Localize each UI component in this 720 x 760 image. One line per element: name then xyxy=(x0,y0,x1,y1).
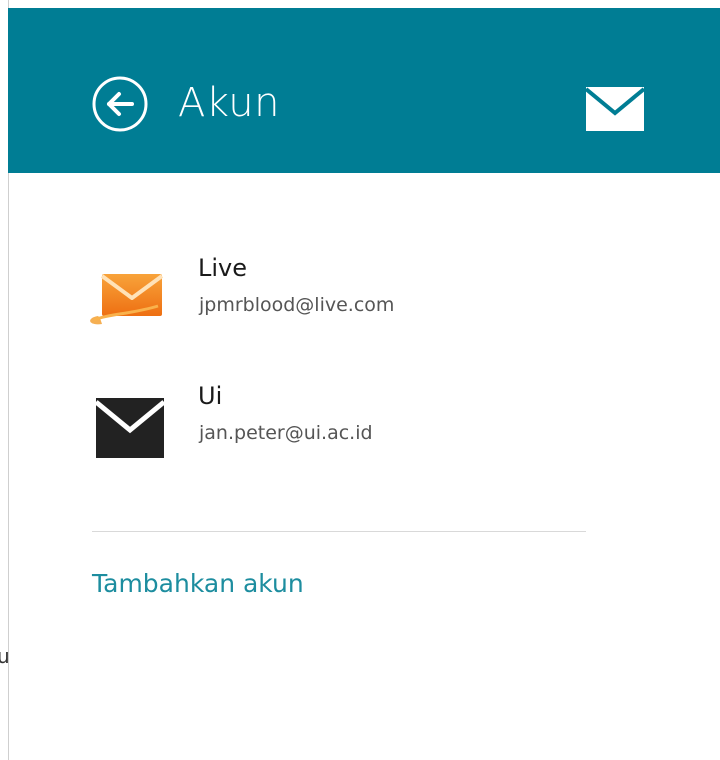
section-divider xyxy=(92,531,586,532)
clipped-background-text: u xyxy=(0,644,10,668)
account-name: Ui xyxy=(198,382,223,410)
account-email: jan.peter@ui.ac.id xyxy=(199,422,373,444)
back-button[interactable] xyxy=(92,76,148,132)
page-title: Akun xyxy=(178,80,280,126)
circle-arrow-left-icon xyxy=(92,76,148,132)
flyout-header: Akun xyxy=(8,8,720,173)
account-item-live[interactable]: Live jpmrblood@live.com xyxy=(88,252,608,348)
mail-envelope-icon xyxy=(586,87,644,131)
add-account-link[interactable]: Tambahkan akun xyxy=(92,567,304,601)
account-item-ui[interactable]: Ui jan.peter@ui.ac.id xyxy=(88,380,608,476)
accounts-flyout: u Akun Live jpmrblood@live.com Ui jan.pe… xyxy=(0,0,720,760)
account-email: jpmrblood@live.com xyxy=(199,294,395,316)
generic-mail-envelope-icon xyxy=(94,398,166,458)
account-name: Live xyxy=(198,254,248,282)
outlook-live-mail-icon xyxy=(90,274,164,325)
